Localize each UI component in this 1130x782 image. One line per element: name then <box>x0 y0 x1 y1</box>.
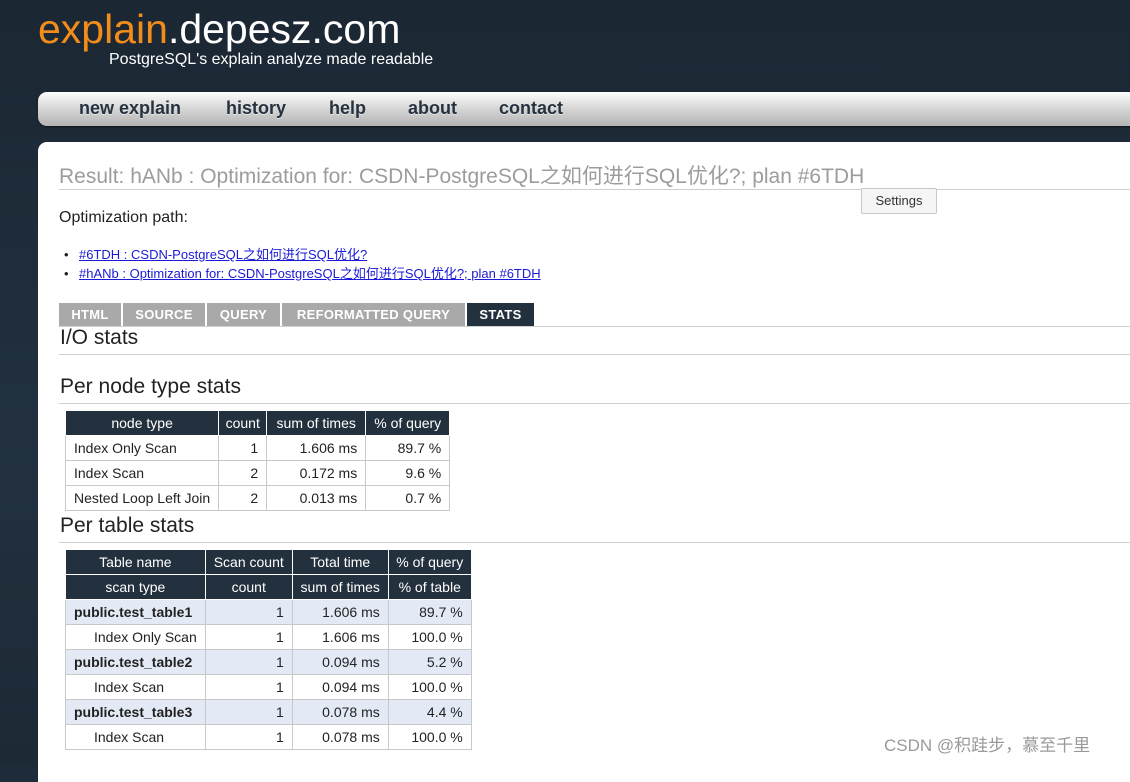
node-type-stats-table: node type count sum of times % of query … <box>64 410 451 511</box>
cell-scan-type: Index Scan <box>65 724 206 750</box>
cell-node-type: Index Scan <box>64 460 220 486</box>
cell-sum-of-times: 0.094 ms <box>291 674 389 700</box>
cell-table-name: public.test_table2 <box>65 649 206 675</box>
cell-percent-of-query: 89.7 % <box>365 435 451 461</box>
logo-part-domain: .depesz.com <box>167 6 401 52</box>
table-row: Index Scan 1 0.094 ms 100.0 % <box>65 674 472 700</box>
cell-scan-type: Index Only Scan <box>65 624 206 650</box>
per-table-stats-table: Table name Scan count Total time % of qu… <box>65 549 472 750</box>
cell-percent: 5.2 % <box>387 649 472 675</box>
cell-scan-count: 1 <box>204 699 293 725</box>
logo-part-explain: explain <box>38 6 168 52</box>
table-row: public.test_table1 1 1.606 ms 89.7 % <box>65 599 472 625</box>
csdn-watermark: CSDN @积跬步，慕至千里 <box>884 736 1091 755</box>
optimization-path-list: #6TDH : CSDN-PostgreSQL之如何进行SQL优化? #hANb… <box>64 245 541 283</box>
optimization-path-label: Optimization path: <box>59 209 188 226</box>
col-header-sum-of-times: sum of times <box>291 574 389 600</box>
col-header-sum-of-times: sum of times <box>266 410 367 436</box>
col-header-count: count <box>218 410 268 436</box>
table-stats-heading: Per table stats <box>60 514 195 537</box>
cell-percent: 100.0 % <box>387 674 472 700</box>
io-stats-heading: I/O stats <box>60 326 139 349</box>
table-header-row: node type count sum of times % of query <box>64 410 451 436</box>
cell-percent: 100.0 % <box>387 724 472 750</box>
cell-node-type: Nested Loop Left Join <box>64 485 220 511</box>
col-header-node-type: node type <box>64 410 220 436</box>
site-tagline: PostgreSQL's explain analyze made readab… <box>109 51 434 68</box>
title-divider <box>59 189 1130 190</box>
menu-history[interactable]: history <box>226 98 286 119</box>
tab-html[interactable]: HTML <box>59 303 121 327</box>
col-header-percent-of-query: % of query <box>365 410 451 436</box>
cell-count: 1 <box>204 724 293 750</box>
table-row: Index Scan 1 0.078 ms 100.0 % <box>65 724 472 750</box>
col-header-percent-of-table: % of table <box>387 574 472 600</box>
cell-count: 1 <box>204 624 293 650</box>
col-header-count: count <box>204 574 293 600</box>
cell-scan-count: 1 <box>204 649 293 675</box>
cell-sum-of-times: 1.606 ms <box>266 435 367 461</box>
table-row: public.test_table3 1 0.078 ms 4.4 % <box>65 699 472 725</box>
col-header-total-time: Total time <box>291 549 389 575</box>
menu-contact[interactable]: contact <box>499 98 563 119</box>
cell-scan-type: Index Scan <box>65 674 206 700</box>
table-row: Index Scan 2 0.172 ms 9.6 % <box>64 460 451 486</box>
table-subheader-row: scan type count sum of times % of table <box>65 574 472 600</box>
tab-stats[interactable]: STATS <box>467 303 534 327</box>
path-item: #6TDH : CSDN-PostgreSQL之如何进行SQL优化? <box>64 245 541 264</box>
cell-percent-of-query: 0.7 % <box>365 485 451 511</box>
table-row: Index Only Scan 1 1.606 ms 100.0 % <box>65 624 472 650</box>
cell-table-name: public.test_table3 <box>65 699 206 725</box>
col-header-percent-of-query: % of query <box>387 549 472 575</box>
table-stats-divider <box>59 542 1130 543</box>
settings-button[interactable]: Settings <box>861 188 937 214</box>
cell-node-type: Index Only Scan <box>64 435 220 461</box>
main-menu: new explain history help about contact <box>38 92 1130 126</box>
site-logo[interactable]: explain.depesz.com <box>38 4 400 54</box>
tabs-divider <box>59 326 1130 327</box>
page-title: Result: hANb : Optimization for: CSDN-Po… <box>59 165 865 188</box>
cell-count: 1 <box>204 674 293 700</box>
menu-new-explain[interactable]: new explain <box>79 98 181 119</box>
cell-percent-of-query: 9.6 % <box>365 460 451 486</box>
cell-table-name: public.test_table1 <box>65 599 206 625</box>
table-row: Index Only Scan 1 1.606 ms 89.7 % <box>64 435 451 461</box>
tab-reformatted-query[interactable]: REFORMATTED QUERY <box>282 303 465 327</box>
cell-total-time: 0.078 ms <box>291 699 389 725</box>
cell-total-time: 0.094 ms <box>291 649 389 675</box>
cell-sum-of-times: 1.606 ms <box>291 624 389 650</box>
table-header-row: Table name Scan count Total time % of qu… <box>65 549 472 575</box>
cell-count: 2 <box>218 485 268 511</box>
node-stats-divider <box>59 403 1130 404</box>
tab-query[interactable]: QUERY <box>207 303 280 327</box>
path-link-hanb[interactable]: #hANb : Optimization for: CSDN-PostgreSQ… <box>79 266 541 281</box>
menu-help[interactable]: help <box>329 98 366 119</box>
path-item: #hANb : Optimization for: CSDN-PostgreSQ… <box>64 264 541 283</box>
menu-about[interactable]: about <box>408 98 457 119</box>
cell-percent: 89.7 % <box>387 599 472 625</box>
cell-total-time: 1.606 ms <box>291 599 389 625</box>
cell-sum-of-times: 0.172 ms <box>266 460 367 486</box>
io-stats-divider <box>59 354 1130 355</box>
cell-percent: 100.0 % <box>387 624 472 650</box>
col-header-scan-count: Scan count <box>204 549 293 575</box>
cell-count: 2 <box>218 460 268 486</box>
cell-sum-of-times: 0.078 ms <box>291 724 389 750</box>
cell-percent: 4.4 % <box>387 699 472 725</box>
tab-source[interactable]: SOURCE <box>123 303 205 327</box>
cell-sum-of-times: 0.013 ms <box>266 485 367 511</box>
cell-scan-count: 1 <box>204 599 293 625</box>
col-header-table-name: Table name <box>65 549 206 575</box>
cell-count: 1 <box>218 435 268 461</box>
content-panel: Result: hANb : Optimization for: CSDN-Po… <box>38 142 1130 782</box>
table-row: Nested Loop Left Join 2 0.013 ms 0.7 % <box>64 485 451 511</box>
node-stats-heading: Per node type stats <box>60 375 241 398</box>
table-row: public.test_table2 1 0.094 ms 5.2 % <box>65 649 472 675</box>
path-link-6tdh[interactable]: #6TDH : CSDN-PostgreSQL之如何进行SQL优化? <box>79 247 367 262</box>
col-header-scan-type: scan type <box>65 574 206 600</box>
